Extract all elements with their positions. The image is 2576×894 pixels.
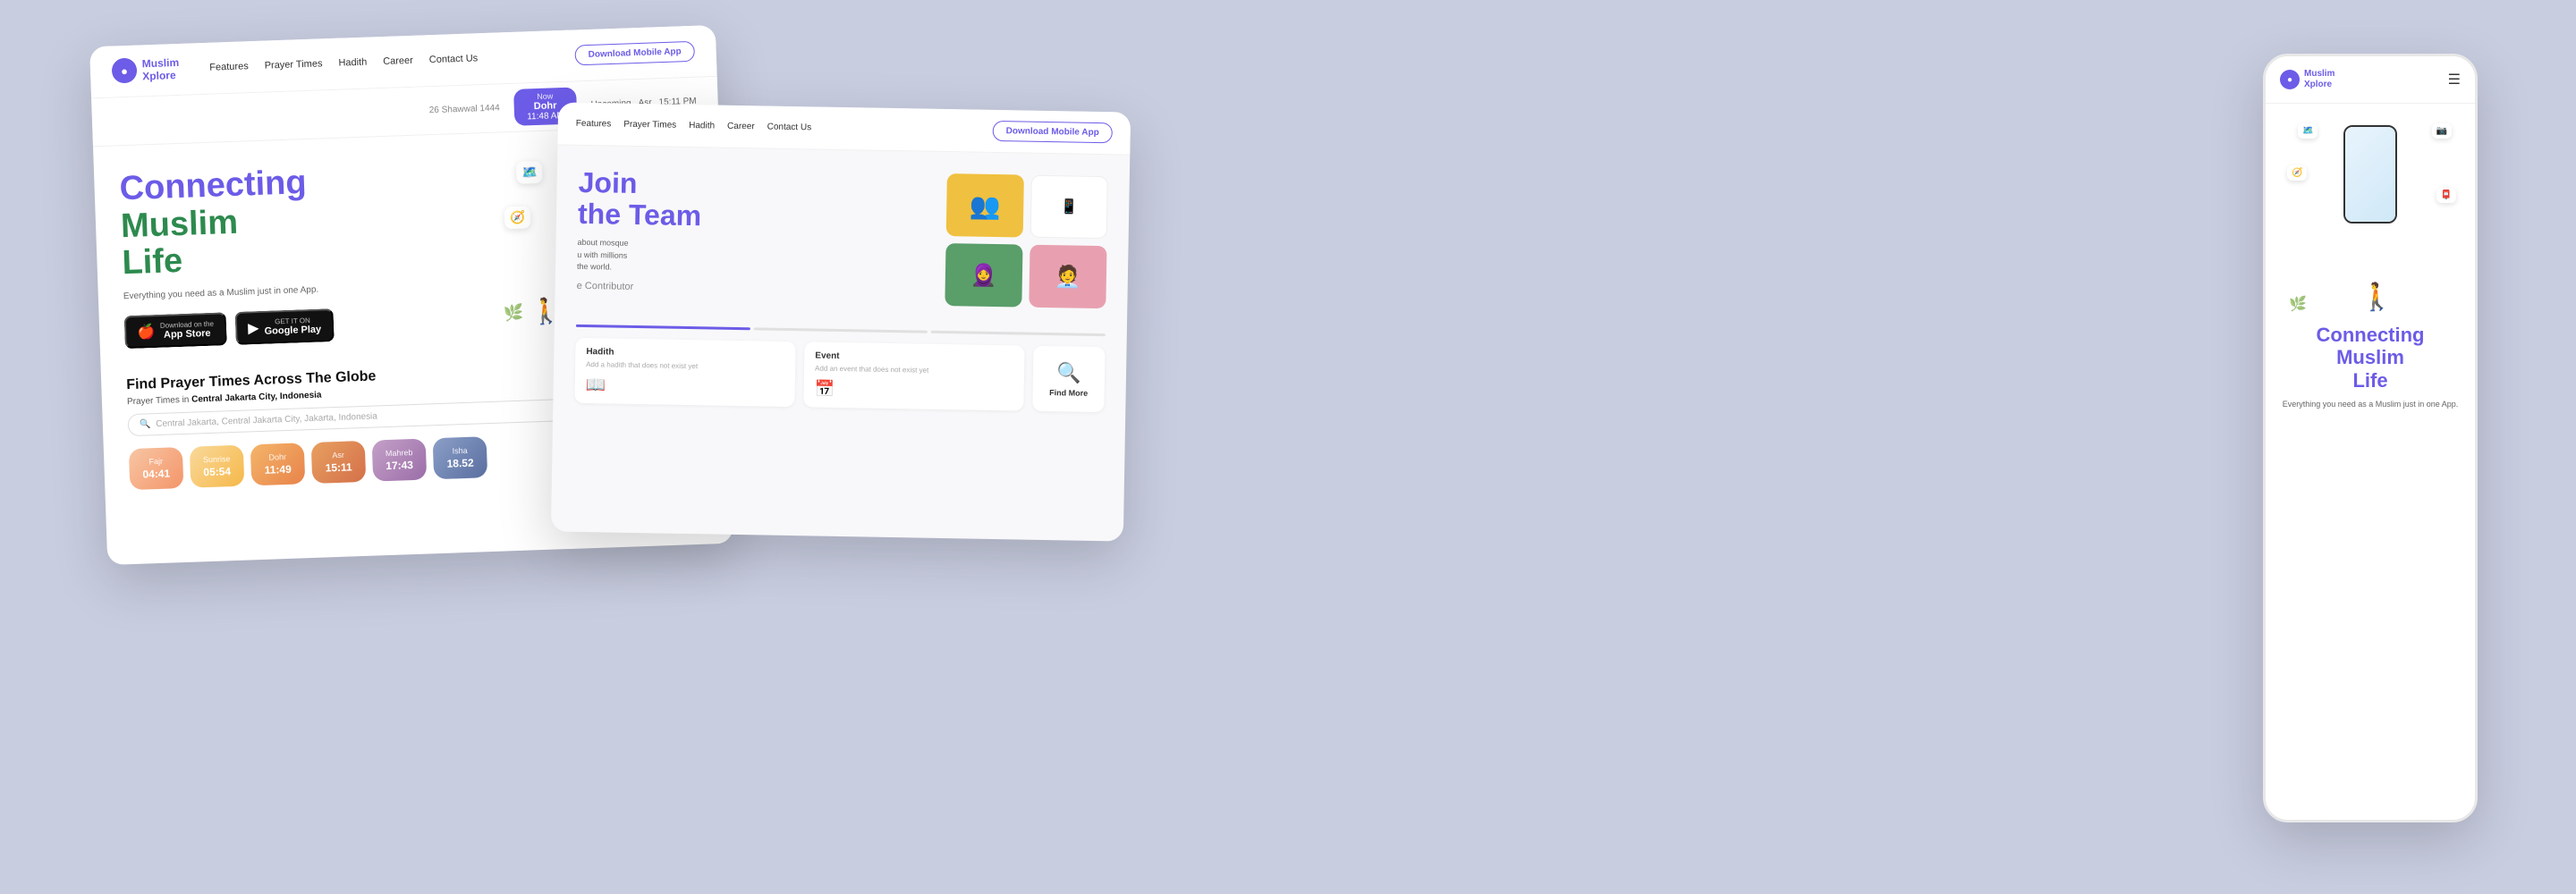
download-btn-1[interactable]: Download Mobile App [574,41,695,66]
logo-icon: ● [112,58,138,84]
store1-name: App Store [160,328,214,341]
event-icon: 📅 [815,380,1013,402]
prayer-card-mahreb: Mahreb 17:43 [372,439,428,482]
nav-links-1: Features Prayer Times Hadith Career Cont… [209,51,554,73]
mobile-float-1: 🗺️ [2298,123,2318,139]
plant-icon: 🌿 [503,303,523,323]
mobile-logo-icon: ● [2280,70,2300,89]
prayer-card-sunrise: Sunrise 05:54 [190,445,245,488]
search-placeholder: Central Jakarta, Central Jakarta City, J… [156,412,377,430]
nav-features[interactable]: Features [209,62,249,74]
hadith-card-title: Hadith [586,347,784,360]
screen2-title: Jointhe Team [578,167,929,236]
nav-career[interactable]: Career [383,55,413,67]
title-muslim: Muslim [120,203,238,245]
download-btn-2[interactable]: Download Mobile App [992,121,1112,143]
contributor-cards: Hadith Add a hadith that does not exist … [574,338,1105,412]
mobile-phone-illustration [2343,125,2397,224]
progress-2 [753,327,928,333]
float-icon-1: 🗺️ [516,161,543,184]
screen2-subtitle: about mosque u with millions the world. [577,237,928,279]
mobile-person-illustration: 🚶 [2360,282,2394,313]
title-connecting: Connecting [119,164,307,207]
nav2-prayer-times[interactable]: Prayer Times [623,120,676,131]
mobile-float-2: 📷 [2432,123,2452,139]
mobile-logo: ● Muslim Xplore [2280,69,2334,90]
logo-area: ● Muslim Xplore [112,56,180,84]
mobile-phone-area: 🗺️ 📷 🧭 📮 🚶 🌿 [2280,116,2461,313]
screen2-team-grid: 👥 📱 🧕 🧑‍💼 [945,173,1108,308]
logo-text: Muslim Xplore [142,56,180,83]
mobile-float-4: 📮 [2436,188,2456,203]
mobile-logo-text: Muslim Xplore [2304,69,2334,90]
mobile-title-life: Life [2352,369,2387,392]
hero-text: Connecting Muslim Life Everything you ne… [119,158,487,349]
nav-links-2: Features Prayer Times Hadith Career Cont… [576,119,811,133]
mobile-float-3: 🧭 [2287,165,2307,181]
team-card-4: 🧑‍💼 [1029,245,1106,308]
store-buttons: 🍎 Download on the App Store ▶ GET IT ON … [124,303,487,349]
float-icon-3: 🧭 [504,206,531,229]
event-card: Event Add an event that does not exist y… [803,342,1024,410]
hero-title: Connecting Muslim Life [119,158,484,283]
now-label: Now [524,91,565,102]
team-illustration-3: 🧕 [970,262,997,289]
team-card-2: 📱 [1030,175,1108,239]
event-card-subtitle: Add an event that does not exist yet [815,365,1013,376]
screen2-hero-text: Jointhe Team about mosque u with million… [576,167,929,306]
team-card-1: 👥 [946,173,1024,237]
nav2-features[interactable]: Features [576,119,612,130]
nav2-career[interactable]: Career [727,122,755,132]
contributor-section: Hadith Add a hadith that does not exist … [553,313,1127,423]
store2-name: Google Play [264,325,321,337]
screen2-hero: Jointhe Team about mosque u with million… [555,145,1130,323]
search-icon: 🔍 [140,419,151,429]
play-icon: ▶ [248,319,259,337]
team-card-3: 🧕 [945,243,1022,307]
mobile-navbar: ● Muslim Xplore ☰ [2266,56,2475,104]
nav-prayer-times[interactable]: Prayer Times [265,59,323,72]
mobile-hero: 🗺️ 📷 🧭 📮 🚶 🌿 Connecting Muslim Life Ever… [2266,104,2475,417]
app-store-btn[interactable]: 🍎 Download on the App Store [124,312,227,349]
progress-indicators [576,325,1106,336]
progress-3 [931,331,1106,336]
nav2-contact[interactable]: Contact Us [767,122,812,133]
progress-1 [576,325,750,330]
team-illustration-2: 📱 [1060,198,1078,215]
hadith-card: Hadith Add a hadith that does not exist … [574,338,795,407]
prayer-card-asr: Asr 15:11 [311,441,367,484]
nav2-hadith[interactable]: Hadith [689,121,715,131]
hamburger-menu[interactable]: ☰ [2448,71,2461,89]
find-more-label: Find More [1049,388,1088,398]
apple-icon: 🍎 [137,323,156,342]
mobile-hero-subtitle: Everything you need as a Muslim just in … [2280,399,2461,411]
mobile-plant: 🌿 [2289,295,2307,313]
title-life: Life [122,242,183,282]
find-more-card[interactable]: 🔍 Find More [1032,346,1105,412]
mobile-hero-title: Connecting Muslim Life [2280,324,2461,392]
team-illustration-1: 👥 [970,190,1001,221]
mobile-title-muslim: Muslim [2336,346,2404,368]
prayer-location: Prayer Times in Central Jakarta City, In… [127,391,322,408]
nav-hadith[interactable]: Hadith [338,57,367,69]
find-more-icon: 🔍 [1056,361,1081,384]
mobile-title-connecting: Connecting [2317,324,2425,346]
mobile-screen: ● Muslim Xplore ☰ 🗺️ 📷 🧭 📮 🚶 🌿 Connectin… [2263,54,2478,822]
contributor-label: e Contributor [577,281,928,298]
event-card-title: Event [815,351,1013,365]
prayer-card-fajr: Fajr 04:41 [129,447,184,490]
prayer-card-isha: Isha 18.52 [433,436,488,479]
hero-subtitle: Everything you need as a Muslim just in … [123,279,485,301]
team-illustration-4: 🧑‍💼 [1055,264,1081,291]
prayer-card-dohr: Dohr 11:49 [250,443,306,485]
google-play-btn[interactable]: ▶ GET IT ON Google Play [235,308,335,345]
nav-contact[interactable]: Contact Us [429,54,479,66]
mobile-phone-screen [2345,127,2395,222]
hadith-icon: 📖 [586,375,784,398]
hijri-date: 26 Shawwal 1444 [429,103,500,115]
desktop-screen-2: Features Prayer Times Hadith Career Cont… [551,102,1131,541]
hadith-card-subtitle: Add a hadith that does not exist yet [586,360,784,372]
